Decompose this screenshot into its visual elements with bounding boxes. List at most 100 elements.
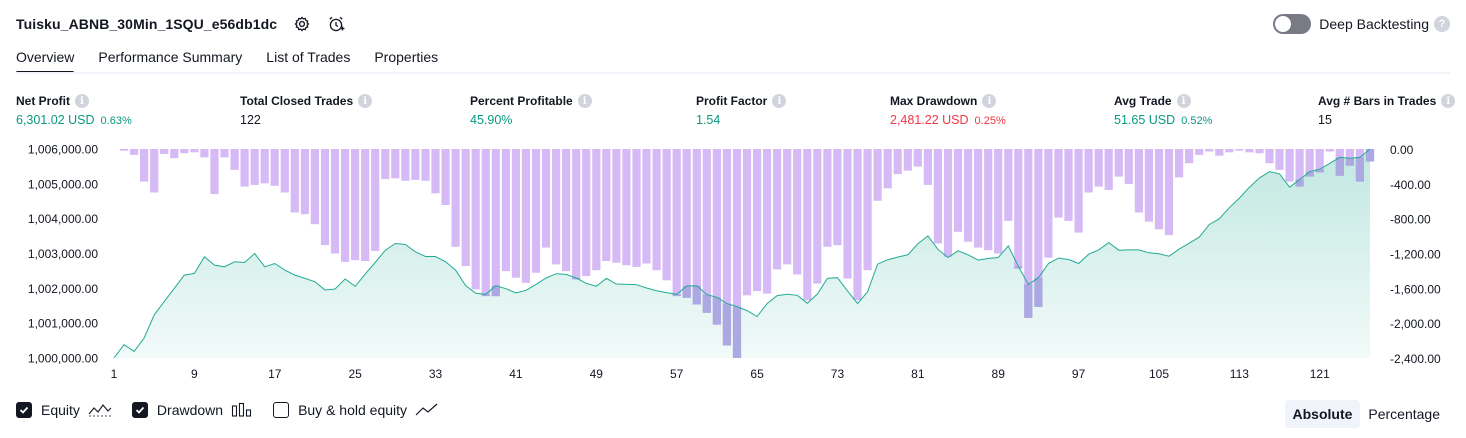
- strategy-name: Tuisku_ABNB_30Min_1SQU_e56db1dc: [16, 16, 278, 32]
- drawdown-bar-overlap: [712, 297, 721, 325]
- mode-absolute[interactable]: Absolute: [1284, 400, 1361, 428]
- drawdown-bar: [320, 149, 330, 246]
- x-axis-tick-label: 49: [590, 367, 604, 381]
- drawdown-bar: [1134, 149, 1143, 213]
- metric-avg-trade: Avg Trade i 51.65 USD 0.52%: [1114, 94, 1212, 127]
- tab-divider: [16, 72, 1450, 74]
- drawdown-bar: [220, 149, 229, 158]
- drawdown-bar: [119, 149, 129, 151]
- x-axis-tick-label: 17: [268, 367, 282, 381]
- equity-drawdown-chart[interactable]: 1,006,000.00 1,005,000.00 1,004,000.00 1,00…: [0, 140, 1466, 396]
- chart-legend: Equity Drawdown Buy & hold equity: [16, 402, 459, 418]
- metric-profit-factor: Profit Factor i 1.54: [696, 94, 787, 127]
- info-icon[interactable]: i: [772, 94, 787, 108]
- drawdown-bar: [1175, 149, 1184, 178]
- buy-hold-checkbox[interactable]: [273, 402, 290, 418]
- drawdown-bar-overlap: [1355, 157, 1364, 182]
- gear-icon[interactable]: [293, 15, 311, 33]
- deep-backtesting-label: Deep Backtesting: [1319, 16, 1429, 32]
- left-axis-tick-label: 1,005,000.00: [28, 177, 98, 191]
- drawdown-bar: [592, 149, 601, 271]
- drawdown-bar: [903, 149, 912, 171]
- metric-value: 2,481.22 USD: [890, 113, 969, 127]
- drawdown-bar: [793, 149, 802, 275]
- metric-value: 6,301.02 USD: [16, 113, 95, 127]
- deep-backtesting: Deep Backtesting ?: [1273, 12, 1450, 36]
- x-axis-tick-label: 113: [1230, 367, 1249, 381]
- drawdown-bar: [240, 149, 249, 187]
- drawdown-bar: [160, 149, 169, 154]
- drawdown-bar: [582, 149, 591, 277]
- drawdown-bar: [913, 149, 922, 167]
- deep-backtesting-toggle[interactable]: [1273, 14, 1312, 34]
- metric-label: Net Profit: [16, 94, 70, 108]
- drawdown-bar: [260, 149, 269, 184]
- right-axis-tick-label: 0.00: [1390, 143, 1414, 157]
- info-icon[interactable]: i: [1441, 94, 1456, 108]
- equity-checkbox[interactable]: [16, 402, 32, 418]
- drawdown-bar: [180, 149, 189, 154]
- metric-net-profit: Net Profit i 6,301.02 USD 0.63%: [16, 94, 132, 127]
- add-alert-icon[interactable]: [327, 15, 345, 33]
- help-icon[interactable]: ?: [1434, 16, 1450, 32]
- drawdown-bar: [933, 149, 942, 244]
- tab-list-of-trades[interactable]: List of Trades: [266, 44, 350, 74]
- x-axis-tick-label: 1: [111, 367, 118, 381]
- metric-label: Profit Factor: [696, 94, 768, 108]
- tab-performance-summary[interactable]: Performance Summary: [98, 44, 242, 74]
- x-axis-tick-label: 105: [1149, 367, 1169, 381]
- drawdown-bar: [1004, 149, 1013, 221]
- info-icon[interactable]: i: [75, 94, 89, 108]
- drawdown-bar: [974, 149, 983, 248]
- drawdown-bar: [190, 149, 199, 153]
- drawdown-bar: [612, 149, 621, 263]
- drawdown-bar: [1245, 149, 1254, 153]
- drawdown-bar: [421, 149, 430, 181]
- x-axis-tick-label: 97: [1072, 367, 1086, 381]
- drawdown-bar: [1054, 149, 1063, 218]
- drawdown-checkbox[interactable]: [131, 402, 148, 418]
- x-axis-tick-label: 89: [992, 367, 1006, 381]
- drawdown-bar: [431, 149, 440, 194]
- drawdown-bar: [1215, 149, 1224, 156]
- metric-value: 51.65 USD: [1114, 113, 1176, 127]
- left-axis-tick-label: 1,000,000.00: [28, 352, 98, 366]
- info-icon[interactable]: i: [577, 94, 592, 108]
- legend-drawdown[interactable]: Drawdown: [131, 402, 253, 418]
- drawdown-bar: [270, 149, 279, 186]
- drawdown-bar-overlap: [1335, 157, 1344, 176]
- tab-overview[interactable]: Overview: [16, 44, 75, 74]
- drawdown-bar: [843, 149, 852, 279]
- drawdown-bar: [150, 149, 159, 193]
- drawdown-bar: [1225, 149, 1234, 153]
- info-icon[interactable]: i: [1176, 94, 1191, 108]
- drawdown-bar-overlap: [722, 303, 731, 346]
- drawdown-bar: [1275, 149, 1284, 170]
- drawdown-bar: [1265, 149, 1274, 164]
- info-icon[interactable]: i: [358, 94, 373, 108]
- left-axis-tick-label: 1,003,000.00: [28, 247, 98, 261]
- drawdown-bar: [1154, 149, 1164, 230]
- tab-properties[interactable]: Properties: [374, 44, 438, 74]
- drawdown-bar: [330, 149, 340, 254]
- drawdown-bar: [702, 149, 711, 313]
- drawdown-bar-overlap: [1034, 277, 1043, 307]
- drawdown-bar: [783, 149, 792, 265]
- info-icon[interactable]: i: [982, 94, 997, 108]
- drawdown-bar: [1114, 149, 1123, 177]
- drawdown-bar: [401, 149, 410, 181]
- drawdown-bars-icon: [231, 402, 253, 418]
- drawdown-bar-overlap: [1024, 284, 1033, 318]
- right-axis-tick-label: -2,400.00: [1390, 352, 1441, 366]
- drawdown-bar: [602, 149, 611, 261]
- mode-percentage[interactable]: Percentage: [1360, 400, 1448, 428]
- drawdown-bar-overlap: [1295, 179, 1304, 187]
- legend-buy-hold[interactable]: Buy & hold equity: [273, 402, 439, 418]
- drawdown-bar: [391, 149, 400, 179]
- legend-label: Equity: [41, 402, 80, 418]
- x-axis-tick-label: 41: [509, 367, 523, 381]
- x-axis-tick-label: 25: [348, 367, 362, 381]
- legend-equity[interactable]: Equity: [16, 402, 112, 418]
- drawdown-bar: [521, 149, 530, 283]
- left-axis-tick-label: 1,002,000.00: [28, 282, 98, 296]
